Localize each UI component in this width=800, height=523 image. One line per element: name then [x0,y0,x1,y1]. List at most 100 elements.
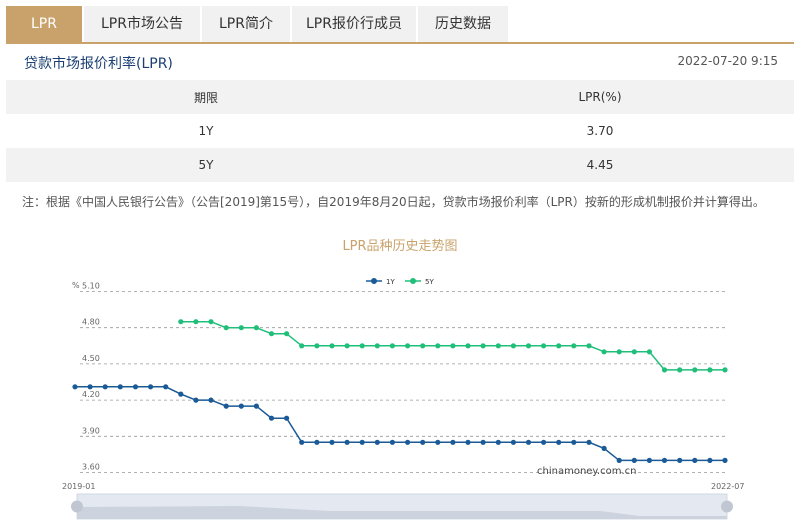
data-point-1y[interactable] [238,403,244,409]
data-point-5y[interactable] [661,367,668,373]
data-point-1y[interactable] [359,439,365,445]
data-point-5y[interactable] [571,343,577,349]
data-point-5y[interactable] [601,349,607,355]
data-point-5y[interactable] [389,343,395,349]
data-point-1y[interactable] [389,439,395,445]
data-point-5y[interactable] [405,343,411,349]
data-point-5y[interactable] [314,343,320,349]
data-point-5y[interactable] [631,349,637,355]
data-point-1y[interactable] [631,457,637,463]
data-point-1y[interactable] [87,384,93,390]
data-point-1y[interactable] [646,457,653,463]
y-tick-label: 4.20 [82,390,100,399]
data-point-1y[interactable] [571,439,577,445]
data-point-5y[interactable] [722,367,728,373]
slider-handle-left[interactable] [71,500,83,513]
data-point-5y[interactable] [480,343,486,349]
data-point-1y[interactable] [72,384,78,390]
legend-marker-1y [371,278,377,284]
data-point-1y[interactable] [374,439,380,445]
data-point-5y[interactable] [707,367,713,373]
data-point-1y[interactable] [329,439,335,445]
x-tick-end: 2022-07 [711,482,744,491]
data-point-5y[interactable] [692,367,698,373]
data-point-1y[interactable] [586,439,592,445]
data-point-5y[interactable] [178,319,184,325]
data-point-1y[interactable] [510,439,516,445]
data-point-5y[interactable] [541,343,547,349]
data-point-1y[interactable] [268,415,275,421]
data-point-5y[interactable] [586,343,592,349]
data-point-1y[interactable] [435,439,441,445]
data-point-5y[interactable] [616,349,622,355]
data-point-1y[interactable] [707,457,713,463]
data-point-5y[interactable] [465,343,471,349]
data-point-5y[interactable] [238,325,244,331]
data-point-5y[interactable] [208,319,214,325]
legend-item-5y[interactable]: 5Y [405,278,434,286]
data-point-1y[interactable] [722,457,728,463]
data-point-1y[interactable] [420,439,426,445]
legend-label-1y: 1Y [386,278,395,286]
data-point-1y[interactable] [208,397,214,403]
data-point-1y[interactable] [132,384,139,390]
slider-handle-right[interactable] [721,500,733,513]
data-point-5y[interactable] [193,319,199,325]
zoom-slider[interactable] [71,493,733,520]
data-point-1y[interactable] [601,445,607,451]
data-point-5y[interactable] [223,325,229,331]
data-point-1y[interactable] [163,384,169,390]
data-point-5y[interactable] [329,343,335,349]
tab-history-data[interactable]: 历史数据 [418,6,508,42]
data-point-5y[interactable] [435,343,441,349]
data-point-1y[interactable] [465,439,471,445]
data-point-5y[interactable] [374,343,380,349]
data-point-1y[interactable] [193,397,199,403]
data-point-1y[interactable] [284,415,290,421]
data-point-1y[interactable] [223,403,229,409]
data-point-1y[interactable] [495,439,501,445]
data-point-1y[interactable] [299,439,305,445]
table-row: 1Y 3.70 [6,114,794,148]
tab-lpr-intro[interactable]: LPR简介 [202,6,290,42]
tab-lpr-announcement[interactable]: LPR市场公告 [84,6,200,42]
footnote: 注：根据《中国人民银行公告》（公告[2019]第15号），自2019年8月20日… [22,195,765,209]
data-point-1y[interactable] [102,384,108,390]
data-point-1y[interactable] [541,439,547,445]
data-point-1y[interactable] [117,384,123,390]
data-point-1y[interactable] [148,384,154,390]
gridlines: 5.10 4.80 4.50 4.20 3.90 3.60 [80,282,726,473]
data-point-1y[interactable] [692,457,698,463]
data-point-1y[interactable] [253,403,259,409]
data-point-5y[interactable] [359,343,365,349]
tab-lpr-quoting-banks[interactable]: LPR报价行成员 [292,6,416,42]
data-point-1y[interactable] [661,457,668,463]
data-point-5y[interactable] [677,367,683,373]
data-point-5y[interactable] [450,343,456,349]
data-point-1y[interactable] [314,439,320,445]
data-point-5y[interactable] [284,331,290,337]
data-point-1y[interactable] [677,457,683,463]
data-point-5y[interactable] [420,343,426,349]
data-point-1y[interactable] [525,439,532,445]
data-point-1y[interactable] [450,439,456,445]
series-line-1y [75,386,725,462]
data-point-1y[interactable] [178,391,184,397]
data-point-1y[interactable] [344,439,350,445]
data-point-5y[interactable] [646,349,653,355]
data-point-5y[interactable] [253,325,259,331]
data-point-5y[interactable] [510,343,516,349]
data-point-1y[interactable] [556,439,562,445]
data-point-5y[interactable] [525,343,532,349]
tab-lpr[interactable]: LPR [6,6,82,42]
data-point-5y[interactable] [299,343,305,349]
legend-item-1y[interactable]: 1Y [366,278,395,286]
data-point-1y[interactable] [405,439,411,445]
data-point-5y[interactable] [556,343,562,349]
data-point-5y[interactable] [495,343,501,349]
data-point-1y[interactable] [616,457,622,463]
cell-rate: 3.70 [586,124,614,138]
data-point-5y[interactable] [268,331,275,337]
data-point-5y[interactable] [344,343,350,349]
data-point-1y[interactable] [480,439,486,445]
